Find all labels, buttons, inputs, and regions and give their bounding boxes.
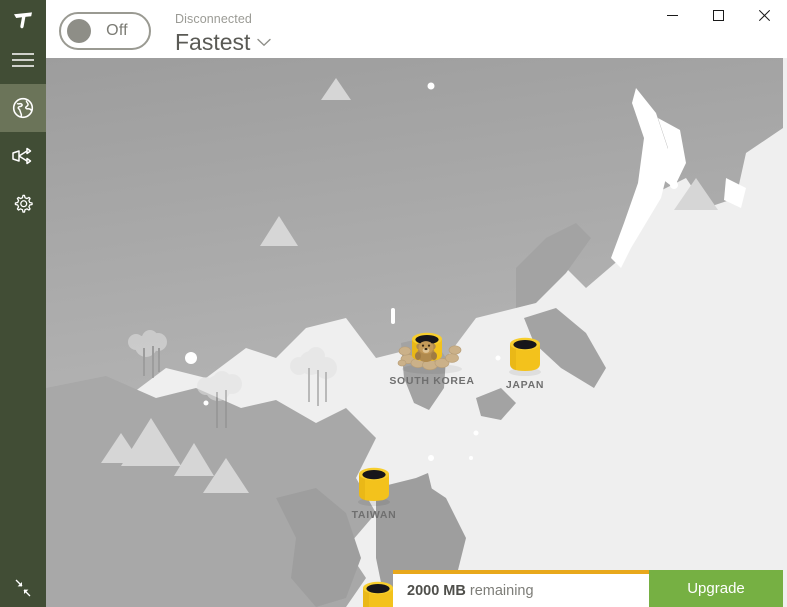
window-controls	[649, 0, 787, 30]
tunnelbear-app-window: Off Disconnected Fastest SOUTH KOREA JAP…	[0, 0, 787, 607]
share-network-icon	[12, 147, 32, 165]
data-remaining-meter: 2000 MB remaining	[393, 570, 649, 607]
tunnel-with-bear-icon	[397, 332, 462, 374]
close-button[interactable]	[741, 0, 787, 30]
upgrade-button[interactable]: Upgrade	[649, 570, 783, 607]
gear-icon	[14, 194, 33, 213]
sidebar	[0, 0, 46, 607]
map-marker-taiwan[interactable]: TAIWAN	[352, 461, 396, 521]
sidebar-item-menu[interactable]	[0, 36, 46, 84]
sidebar-collapse-button[interactable]	[0, 577, 46, 599]
map-marker-label-taiwan: TAIWAN	[351, 509, 397, 521]
connection-status-block: Disconnected Fastest	[175, 11, 272, 56]
tunnel-icon	[358, 467, 390, 506]
location-selector[interactable]: Fastest	[175, 28, 272, 56]
maximize-icon	[712, 9, 724, 21]
maximize-button[interactable]	[695, 0, 741, 30]
data-remaining-amount: 2000 MB	[407, 582, 466, 599]
app-logo	[0, 0, 46, 36]
hamburger-menu-icon	[12, 53, 34, 67]
chevron-down-icon	[257, 38, 272, 46]
close-icon	[758, 9, 770, 21]
map-marker-japan[interactable]: JAPAN	[503, 331, 547, 391]
sidebar-item-settings[interactable]	[0, 180, 46, 228]
sidebar-item-network[interactable]	[0, 132, 46, 180]
tunnelbear-t-logo-icon	[14, 12, 32, 29]
tunnel-icon	[509, 337, 541, 376]
data-remaining-label: 2000 MB remaining	[407, 583, 534, 599]
map-marker-label-japan: JAPAN	[505, 379, 545, 391]
toggle-knob	[67, 19, 91, 43]
collapse-arrows-icon	[15, 579, 31, 597]
toggle-label: Off	[106, 22, 128, 39]
data-usage-bar: 2000 MB remaining Upgrade	[393, 570, 783, 607]
map-marker-label-south-korea: SOUTH KOREA	[389, 375, 475, 387]
sidebar-item-map[interactable]	[0, 84, 46, 132]
connection-state-label: Disconnected	[175, 12, 252, 26]
minimize-button[interactable]	[649, 0, 695, 30]
titlebar: Off Disconnected Fastest	[46, 0, 787, 58]
data-remaining-suffix: remaining	[465, 582, 534, 599]
minimize-icon	[666, 14, 678, 16]
vpn-power-toggle[interactable]: Off	[59, 12, 151, 50]
map-viewport: SOUTH KOREA JAPAN TAIWAN	[46, 58, 783, 607]
globe-icon	[12, 97, 34, 119]
map-marker-south-korea[interactable]: SOUTH KOREA	[389, 325, 474, 387]
selected-location-label: Fastest	[175, 29, 251, 55]
map-container[interactable]: SOUTH KOREA JAPAN TAIWAN	[46, 58, 787, 607]
